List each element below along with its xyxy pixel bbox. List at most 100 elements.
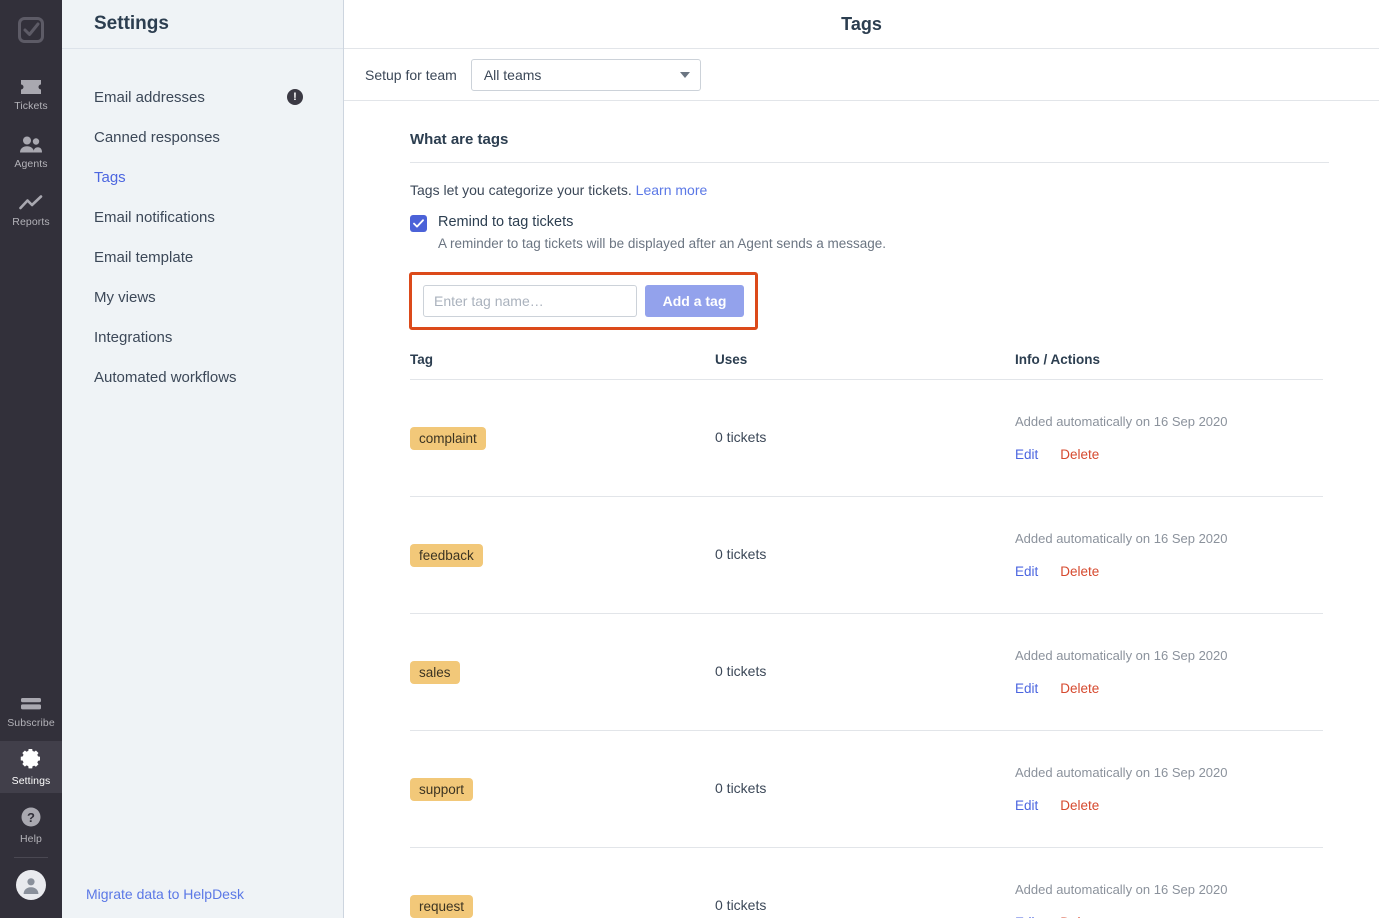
- tags-panel: What are tags Tags let you categorize yo…: [344, 101, 1379, 918]
- table-row: complaint 0 tickets Added automatically …: [410, 380, 1323, 497]
- team-selector-label: Setup for team: [365, 66, 457, 83]
- table-row: feedback 0 tickets Added automatically o…: [410, 497, 1323, 614]
- tag-uses: 0 tickets: [715, 663, 767, 679]
- sidebar-title: Settings: [94, 13, 169, 34]
- rail-item-subscribe[interactable]: Subscribe: [0, 683, 62, 735]
- sidebar-item-label: Email notifications: [94, 208, 215, 226]
- add-tag-highlight-box: Add a tag: [409, 272, 758, 330]
- chevron-down-icon: [679, 71, 690, 78]
- section-divider: [410, 162, 1329, 163]
- sidebar-item-label: Email addresses: [94, 88, 205, 106]
- edit-tag-link[interactable]: Edit: [1015, 681, 1038, 696]
- sidebar-item-label: Integrations: [94, 328, 173, 346]
- sidebar-item-my-views[interactable]: My views: [62, 277, 343, 317]
- tag-meta: Added automatically on 16 Sep 2020: [1015, 765, 1228, 780]
- sidebar-item-integrations[interactable]: Integrations: [62, 317, 343, 357]
- section-title: What are tags: [410, 131, 509, 148]
- tag-meta: Added automatically on 16 Sep 2020: [1015, 531, 1228, 546]
- tag-uses: 0 tickets: [715, 780, 767, 796]
- tag-uses: 0 tickets: [715, 546, 767, 562]
- table-header-row: Tag Uses Info / Actions: [410, 352, 1323, 380]
- rail-item-label: Agents: [14, 158, 48, 170]
- rail-item-settings[interactable]: Settings: [0, 741, 62, 793]
- rail-item-label: Settings: [11, 775, 51, 787]
- reports-chart-icon: [19, 189, 43, 211]
- sidebar-item-tags[interactable]: Tags: [62, 157, 343, 197]
- page-header: Tags: [344, 0, 1379, 49]
- tag-name-input[interactable]: [423, 285, 638, 317]
- ticket-icon: [20, 73, 42, 95]
- user-avatar-icon: [23, 878, 39, 894]
- edit-tag-link[interactable]: Edit: [1015, 798, 1038, 813]
- tag-pill: request: [410, 894, 474, 918]
- rail-bottom-items: Subscribe Settings ? Help: [0, 683, 62, 918]
- table-row: support 0 tickets Added automatically on…: [410, 731, 1323, 848]
- intro-sentence: Tags let you categorize your tickets.: [410, 182, 632, 198]
- primary-nav-rail: Tickets Agents Reports Subscribe Setting…: [0, 0, 62, 918]
- column-header-uses: Uses: [715, 352, 748, 367]
- tag-meta: Added automatically on 16 Sep 2020: [1015, 648, 1228, 663]
- add-a-tag-button[interactable]: Add a tag: [645, 285, 744, 317]
- learn-more-link[interactable]: Learn more: [636, 182, 708, 198]
- delete-tag-link[interactable]: Delete: [1060, 798, 1099, 813]
- sidebar-item-label: Email template: [94, 248, 194, 266]
- tag-meta: Added automatically on 16 Sep 2020: [1015, 882, 1228, 897]
- sidebar-item-label: My views: [94, 288, 156, 306]
- edit-tag-link[interactable]: Edit: [1015, 447, 1038, 462]
- tag-uses: 0 tickets: [715, 897, 767, 913]
- rail-item-agents[interactable]: Agents: [0, 124, 62, 176]
- tag-pill: support: [410, 777, 474, 801]
- rail-item-tickets[interactable]: Tickets: [0, 66, 62, 118]
- rail-item-label: Subscribe: [7, 717, 55, 729]
- table-row: request 0 tickets Added automatically on…: [410, 848, 1323, 918]
- edit-tag-link[interactable]: Edit: [1015, 564, 1038, 579]
- settings-nav: Email addresses ! Canned responses Tags …: [62, 49, 343, 397]
- sidebar-item-automated-workflows[interactable]: Automated workflows: [62, 357, 343, 397]
- column-header-tag: Tag: [410, 352, 433, 367]
- page-title: Tags: [841, 13, 882, 34]
- tag-pill: sales: [410, 660, 460, 684]
- credit-card-icon: [20, 690, 42, 712]
- sidebar-item-email-notifications[interactable]: Email notifications: [62, 197, 343, 237]
- delete-tag-link[interactable]: Delete: [1060, 447, 1099, 462]
- warning-badge-icon: !: [287, 89, 303, 105]
- tags-table: Tag Uses Info / Actions complaint 0 tick…: [410, 352, 1323, 918]
- remind-to-tag-row: Remind to tag tickets A reminder to tag …: [410, 214, 1329, 251]
- agents-icon: [19, 131, 43, 153]
- sidebar-item-label: Canned responses: [94, 128, 220, 146]
- rail-item-help[interactable]: ? Help: [0, 799, 62, 851]
- question-circle-icon: ?: [20, 806, 42, 828]
- sidebar-item-canned-responses[interactable]: Canned responses: [62, 117, 343, 157]
- delete-tag-link[interactable]: Delete: [1060, 564, 1099, 579]
- rail-item-label: Reports: [12, 216, 50, 228]
- sidebar-header: Settings: [62, 0, 343, 49]
- delete-tag-link[interactable]: Delete: [1060, 681, 1099, 696]
- sidebar-item-email-template[interactable]: Email template: [62, 237, 343, 277]
- app-root: Tickets Agents Reports Subscribe Setting…: [0, 0, 1379, 918]
- avatar[interactable]: [0, 858, 62, 910]
- tag-uses: 0 tickets: [715, 429, 767, 445]
- migrate-data-link[interactable]: Migrate data to HelpDesk: [86, 886, 244, 902]
- remind-to-tag-description: A reminder to tag tickets will be displa…: [438, 236, 886, 251]
- checkbox-logo-icon: [18, 17, 44, 43]
- tag-meta: Added automatically on 16 Sep 2020: [1015, 414, 1228, 429]
- table-row: sales 0 tickets Added automatically on 1…: [410, 614, 1323, 731]
- team-selector-bar: Setup for team All teams: [344, 49, 1379, 101]
- migrate-data-link-wrap: Migrate data to HelpDesk: [62, 886, 343, 904]
- rail-item-reports[interactable]: Reports: [0, 182, 62, 234]
- remind-to-tag-checkbox[interactable]: [410, 215, 427, 232]
- rail-item-label: Help: [20, 833, 42, 845]
- column-header-info-actions: Info / Actions: [1015, 352, 1100, 367]
- gear-icon: [20, 748, 42, 770]
- tag-pill: complaint: [410, 426, 486, 450]
- rail-item-label: Tickets: [14, 100, 48, 112]
- sidebar-item-label: Automated workflows: [94, 368, 237, 386]
- team-select[interactable]: All teams: [470, 58, 701, 91]
- sidebar-item-label: Tags: [94, 168, 126, 186]
- check-icon: [413, 219, 424, 228]
- tag-pill: feedback: [410, 543, 483, 567]
- team-select-value: All teams: [483, 66, 542, 83]
- svg-text:?: ?: [27, 810, 35, 825]
- app-logo[interactable]: [0, 10, 62, 50]
- sidebar-item-email-addresses[interactable]: Email addresses !: [62, 77, 343, 117]
